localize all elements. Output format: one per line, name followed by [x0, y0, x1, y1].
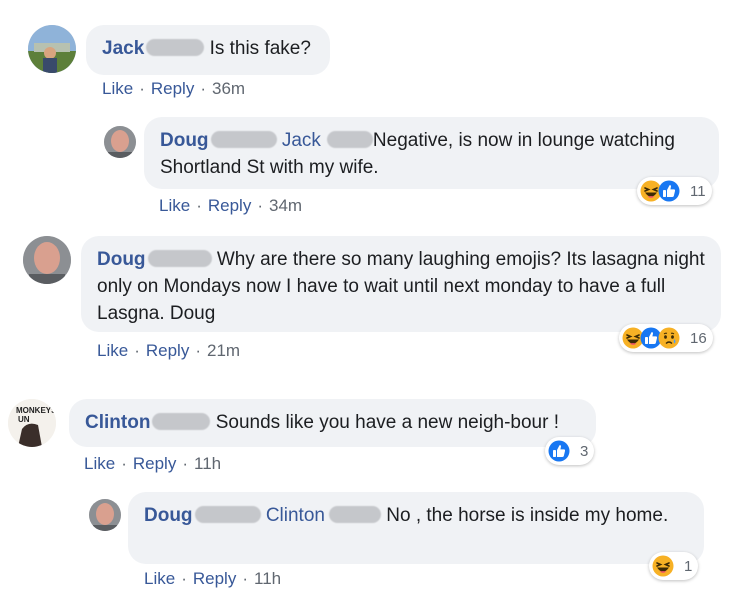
- reaction-count: 3: [580, 442, 589, 460]
- separator: ·: [242, 569, 248, 588]
- avatar[interactable]: [104, 126, 136, 158]
- redacted-name: [147, 250, 212, 267]
- reply-link[interactable]: Reply: [151, 79, 194, 98]
- sad-icon: [658, 327, 680, 349]
- timestamp[interactable]: 36m: [212, 79, 245, 98]
- separator: ·: [195, 341, 201, 360]
- redacted-name: [152, 413, 211, 430]
- comment-actions: Like · Reply · 11h: [84, 454, 221, 474]
- haha-icon: [652, 555, 674, 577]
- avatar[interactable]: [23, 236, 71, 284]
- comment-bubble: Doug Clinton No , the horse is inside my…: [128, 492, 704, 564]
- reaction-summary[interactable]: 1: [649, 552, 699, 580]
- avatar[interactable]: [89, 499, 121, 531]
- comment-author[interactable]: Jack: [102, 38, 144, 59]
- comment-text: No , the horse is inside my home.: [386, 505, 669, 526]
- separator: ·: [139, 79, 145, 98]
- like-link[interactable]: Like: [102, 79, 133, 98]
- reply-link[interactable]: Reply: [146, 341, 189, 360]
- comment-actions: Like · Reply · 34m: [159, 196, 302, 216]
- reaction-summary[interactable]: 16: [619, 324, 713, 352]
- avatar[interactable]: [28, 25, 76, 73]
- comment-actions: Like · Reply · 36m: [102, 79, 245, 99]
- comment-actions: Like · Reply · 21m: [97, 341, 240, 361]
- separator: ·: [181, 569, 187, 588]
- like-link[interactable]: Like: [159, 196, 190, 215]
- separator: ·: [134, 341, 140, 360]
- timestamp[interactable]: 11h: [194, 454, 221, 473]
- reply-link[interactable]: Reply: [193, 569, 236, 588]
- redacted-name: [328, 506, 381, 523]
- comment-author[interactable]: Doug: [160, 130, 209, 151]
- reply-link[interactable]: Reply: [133, 454, 176, 473]
- timestamp[interactable]: 21m: [207, 341, 240, 360]
- comment-text: Is this fake?: [209, 38, 311, 59]
- reaction-count: 1: [684, 557, 693, 575]
- comment-author[interactable]: Doug: [97, 249, 146, 270]
- comment-author[interactable]: Clinton: [85, 412, 150, 433]
- separator: ·: [182, 454, 188, 473]
- comment-text: Sounds like you have a new neigh-bour !: [215, 412, 559, 433]
- redacted-name: [146, 39, 205, 56]
- timestamp[interactable]: 11h: [254, 569, 281, 588]
- like-link[interactable]: Like: [84, 454, 115, 473]
- like-link[interactable]: Like: [144, 569, 175, 588]
- timestamp[interactable]: 34m: [269, 196, 302, 215]
- redacted-name: [194, 506, 261, 523]
- like-icon: [658, 180, 680, 202]
- comment-bubble: Doug Why are there so many laughing emoj…: [81, 236, 721, 332]
- redacted-name: [210, 131, 277, 148]
- mention-tag[interactable]: Clinton: [266, 505, 325, 526]
- like-icon: [548, 440, 570, 462]
- separator: ·: [196, 196, 202, 215]
- comment-bubble: Clinton Sounds like you have a new neigh…: [69, 399, 596, 447]
- comment-bubble: Doug Jack Negative, is now in lounge watc…: [144, 117, 719, 189]
- like-link[interactable]: Like: [97, 341, 128, 360]
- reaction-summary[interactable]: 3: [545, 437, 595, 465]
- comment-author[interactable]: Doug: [144, 505, 193, 526]
- svg-text:UN: UN: [18, 415, 30, 424]
- avatar[interactable]: MONKEYS UN: [8, 399, 56, 447]
- avatar-sign-text: MONKEYS: [16, 406, 56, 415]
- comment-bubble: Jack Is this fake?: [86, 25, 330, 75]
- reply-link[interactable]: Reply: [208, 196, 251, 215]
- redacted-name: [326, 131, 373, 148]
- reaction-count: 16: [690, 329, 707, 347]
- separator: ·: [257, 196, 263, 215]
- reaction-summary[interactable]: 11: [637, 177, 712, 205]
- reaction-count: 11: [690, 182, 706, 200]
- separator: ·: [121, 454, 127, 473]
- separator: ·: [200, 79, 206, 98]
- comment-actions: Like · Reply · 11h: [144, 569, 281, 589]
- mention-tag[interactable]: Jack: [282, 130, 321, 151]
